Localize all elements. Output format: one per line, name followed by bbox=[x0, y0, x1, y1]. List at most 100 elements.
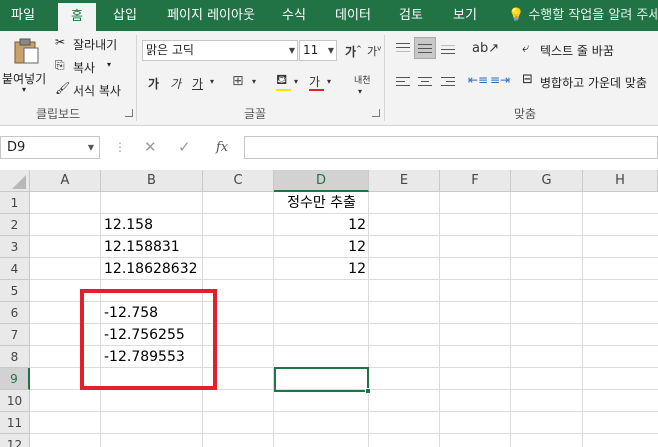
scissors-icon: ✂ bbox=[55, 35, 66, 49]
cut-label: 잘라내기 bbox=[73, 38, 118, 52]
select-all-corner[interactable] bbox=[0, 170, 30, 192]
cell-b4[interactable]: 12.18628632 bbox=[101, 258, 203, 280]
chevron-down-icon[interactable]: ▾ bbox=[252, 77, 256, 86]
align-bottom-icon[interactable] bbox=[441, 43, 455, 55]
tell-me-box[interactable]: 💡 수행할 작업을 알려 주세요 bbox=[508, 0, 658, 31]
column-header-selected[interactable]: D bbox=[274, 170, 369, 192]
align-left-icon[interactable] bbox=[396, 77, 410, 89]
row-header[interactable]: 10 bbox=[0, 390, 30, 412]
cell-b3[interactable]: 12.158831 bbox=[101, 236, 203, 258]
align-top-icon[interactable] bbox=[396, 43, 410, 55]
chevron-down-icon: ▼ bbox=[87, 143, 94, 152]
chevron-down-icon: ▼ bbox=[288, 46, 295, 55]
name-box-value: D9 bbox=[7, 140, 26, 155]
row-header[interactable]: 3 bbox=[0, 236, 30, 258]
chevron-down-icon[interactable]: ▾ bbox=[210, 77, 214, 86]
formula-input[interactable] bbox=[244, 136, 658, 159]
row-header[interactable]: 11 bbox=[0, 412, 30, 434]
column-header[interactable]: E bbox=[369, 170, 440, 192]
tab-data[interactable]: 데이터 bbox=[328, 0, 378, 31]
name-box[interactable]: D9 ▼ bbox=[0, 136, 100, 159]
cell-d4[interactable]: 12 bbox=[274, 258, 369, 280]
fill-color-icon[interactable]: ⛾ bbox=[276, 72, 287, 90]
font-launcher-icon[interactable] bbox=[372, 109, 380, 117]
decrease-font-icon[interactable]: 가v bbox=[367, 43, 381, 59]
copy-button[interactable]: ⎘ 복사 ▾ bbox=[55, 58, 127, 76]
tab-formulas[interactable]: 수식 bbox=[276, 0, 312, 31]
merge-center-button[interactable]: ⊟ 병합하고 가운데 맞춤 bbox=[522, 72, 658, 91]
chevron-down-icon[interactable]: ▾ bbox=[294, 77, 298, 86]
gridline bbox=[439, 192, 440, 447]
orientation-icon[interactable]: ab↗ bbox=[472, 41, 499, 56]
row-header[interactable]: 7 bbox=[0, 324, 30, 346]
underline-icon[interactable]: 가 bbox=[192, 75, 203, 92]
align-right-icon[interactable] bbox=[441, 77, 455, 89]
align-center-icon[interactable] bbox=[418, 77, 432, 89]
paste-button[interactable]: 붙여넣기 ▾ bbox=[2, 35, 48, 97]
red-highlight-box bbox=[80, 289, 217, 390]
ribbon-tab-bar: 파일 홈 삽입 페이지 레이아웃 수식 데이터 검토 보기 💡 수행할 작업을 … bbox=[0, 0, 658, 31]
row-header[interactable]: 12 bbox=[0, 434, 30, 447]
group-divider bbox=[384, 35, 385, 121]
format-painter-label: 서식 복사 bbox=[73, 84, 121, 98]
merge-cells-icon: ⊟ bbox=[522, 72, 533, 87]
column-header[interactable]: H bbox=[583, 170, 658, 192]
column-header[interactable]: G bbox=[511, 170, 583, 192]
row-header[interactable]: 2 bbox=[0, 214, 30, 236]
clipboard-icon bbox=[14, 38, 39, 64]
wrap-text-label: 텍스트 줄 바꿈 bbox=[540, 44, 614, 58]
font-color-icon[interactable]: 가 bbox=[309, 73, 320, 90]
cut-button[interactable]: ✂ 잘라내기 bbox=[55, 35, 127, 53]
clipboard-launcher-icon[interactable] bbox=[125, 109, 133, 117]
row-header[interactable]: 1 bbox=[0, 192, 30, 214]
italic-icon[interactable]: 가 bbox=[170, 75, 181, 92]
font-name-value: 맑은 고딕 bbox=[146, 43, 194, 57]
gridline bbox=[582, 192, 583, 447]
column-header[interactable]: B bbox=[101, 170, 203, 192]
increase-indent-icon[interactable]: ≡⇥ bbox=[490, 73, 510, 87]
align-middle-icon[interactable] bbox=[414, 37, 436, 59]
fill-color-bar bbox=[276, 89, 291, 91]
column-header[interactable]: A bbox=[30, 170, 101, 192]
cell-d1[interactable]: 정수만 추출 bbox=[274, 192, 369, 214]
select-all-triangle-icon bbox=[12, 175, 26, 189]
increase-font-icon[interactable]: 가^ bbox=[345, 43, 362, 60]
format-painter-button[interactable]: 🖌 서식 복사 bbox=[55, 81, 129, 99]
cell-d3[interactable]: 12 bbox=[274, 236, 369, 258]
group-divider bbox=[136, 35, 137, 121]
row-header[interactable]: 6 bbox=[0, 302, 30, 324]
tab-file[interactable]: 파일 bbox=[0, 0, 46, 31]
gridline bbox=[30, 411, 658, 412]
chevron-down-icon[interactable]: ▾ bbox=[358, 87, 362, 96]
cancel-icon[interactable]: ✕ bbox=[144, 136, 157, 159]
enter-check-icon[interactable]: ✓ bbox=[178, 136, 191, 159]
font-size-select[interactable]: 11 ▼ bbox=[299, 40, 337, 61]
paintbrush-icon: 🖌 bbox=[55, 81, 71, 95]
decrease-indent-icon[interactable]: ⇤≡ bbox=[468, 73, 488, 87]
copy-dropdown-icon: ▾ bbox=[107, 60, 112, 69]
cell-d2[interactable]: 12 bbox=[274, 214, 369, 236]
column-header[interactable]: C bbox=[203, 170, 274, 192]
formula-bar: D9 ▼ ⋮ ✕ ✓ fx bbox=[0, 126, 658, 170]
tab-page-layout[interactable]: 페이지 레이아웃 bbox=[156, 0, 266, 31]
active-cell-d9[interactable] bbox=[274, 367, 369, 392]
row-header-selected[interactable]: 9 bbox=[0, 368, 30, 390]
phonetic-guide-icon[interactable]: 내천 bbox=[354, 73, 371, 86]
tab-insert[interactable]: 삽입 bbox=[106, 0, 144, 31]
column-header[interactable]: F bbox=[440, 170, 511, 192]
bold-icon[interactable]: 가 bbox=[148, 75, 159, 92]
row-header[interactable]: 5 bbox=[0, 280, 30, 302]
tab-view[interactable]: 보기 bbox=[446, 0, 484, 31]
row-header[interactable]: 8 bbox=[0, 346, 30, 368]
tab-home[interactable]: 홈 bbox=[58, 3, 96, 31]
row-header[interactable]: 4 bbox=[0, 258, 30, 280]
tab-review[interactable]: 검토 bbox=[392, 0, 430, 31]
cell-b2[interactable]: 12.158 bbox=[101, 214, 203, 236]
borders-icon[interactable]: ⊞ bbox=[232, 73, 244, 89]
font-name-select[interactable]: 맑은 고딕 ▼ bbox=[142, 40, 298, 61]
insert-function-icon[interactable]: fx bbox=[216, 136, 228, 159]
fill-handle[interactable] bbox=[365, 388, 371, 394]
wrap-text-button[interactable]: ⤶ 텍스트 줄 바꿈 bbox=[522, 41, 658, 59]
chevron-down-icon[interactable]: ▾ bbox=[327, 77, 331, 86]
font-size-value: 11 bbox=[303, 43, 319, 57]
